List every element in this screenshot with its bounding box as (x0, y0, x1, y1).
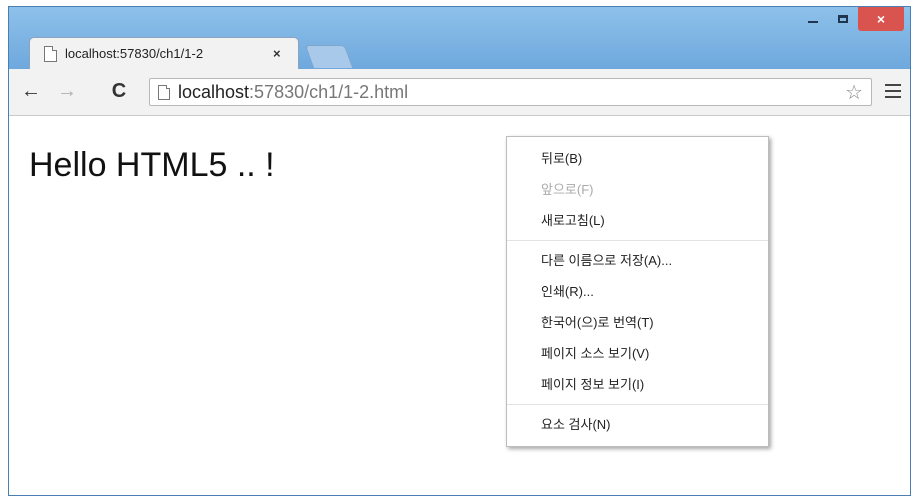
browser-window: × localhost:57830/ch1/1-2 × ← → C localh… (8, 6, 911, 496)
reload-button[interactable]: C (107, 79, 131, 103)
menu-item-forward[interactable]: 앞으로(F) (507, 174, 768, 205)
url-path: :57830/ch1/1-2.html (249, 81, 409, 102)
page-heading: Hello HTML5 .. ! (29, 146, 275, 184)
title-bar[interactable]: × localhost:57830/ch1/1-2 × (9, 7, 910, 69)
page-icon (44, 45, 57, 62)
page-icon (158, 84, 170, 100)
menu-item-page-info[interactable]: 페이지 정보 보기(I) (507, 369, 768, 400)
menu-item-save-as[interactable]: 다른 이름으로 저장(A)... (507, 245, 768, 276)
url-text: localhost:57830/ch1/1-2.html (178, 82, 408, 103)
menu-item-reload[interactable]: 새로고침(L) (507, 205, 768, 236)
close-window-button[interactable]: × (858, 7, 904, 31)
menu-item-view-source[interactable]: 페이지 소스 보기(V) (507, 338, 768, 369)
tab-active[interactable]: localhost:57830/ch1/1-2 × (29, 37, 299, 69)
menu-bar-line (885, 96, 901, 98)
forward-button[interactable]: → (55, 79, 79, 103)
context-menu: 뒤로(B) 앞으로(F) 새로고침(L) 다른 이름으로 저장(A)... 인쇄… (506, 136, 769, 447)
url-host: localhost (178, 81, 250, 102)
new-tab-button[interactable] (304, 45, 354, 68)
maximize-button[interactable] (828, 7, 858, 31)
menu-separator (507, 404, 768, 405)
menu-item-print[interactable]: 인쇄(R)... (507, 276, 768, 307)
tab-close-icon[interactable]: × (273, 46, 281, 61)
reload-icon: C (111, 79, 127, 102)
browser-toolbar: ← → C localhost:57830/ch1/1-2.html ☆ (9, 69, 910, 116)
minimize-icon (808, 21, 818, 23)
window-controls: × (798, 7, 904, 31)
maximize-icon (838, 15, 848, 23)
menu-separator (507, 240, 768, 241)
menu-bar-line (885, 84, 901, 86)
address-bar[interactable]: localhost:57830/ch1/1-2.html ☆ (149, 78, 872, 106)
tab-title: localhost:57830/ch1/1-2 (65, 46, 204, 61)
hamburger-menu-icon[interactable] (885, 84, 901, 98)
menu-item-translate[interactable]: 한국어(으)로 번역(T) (507, 307, 768, 338)
menu-item-back[interactable]: 뒤로(B) (507, 143, 768, 174)
back-button[interactable]: ← (19, 79, 43, 103)
back-arrow-icon: ← (21, 79, 41, 102)
menu-item-inspect[interactable]: 요소 검사(N) (507, 409, 768, 440)
close-icon: × (876, 11, 886, 27)
forward-arrow-icon: → (57, 79, 77, 102)
minimize-button[interactable] (798, 7, 828, 31)
page-viewport: Hello HTML5 .. ! 뒤로(B) 앞으로(F) 새로고침(L) 다른… (9, 116, 910, 495)
star-icon[interactable]: ☆ (845, 80, 863, 105)
menu-bar-line (885, 90, 901, 92)
